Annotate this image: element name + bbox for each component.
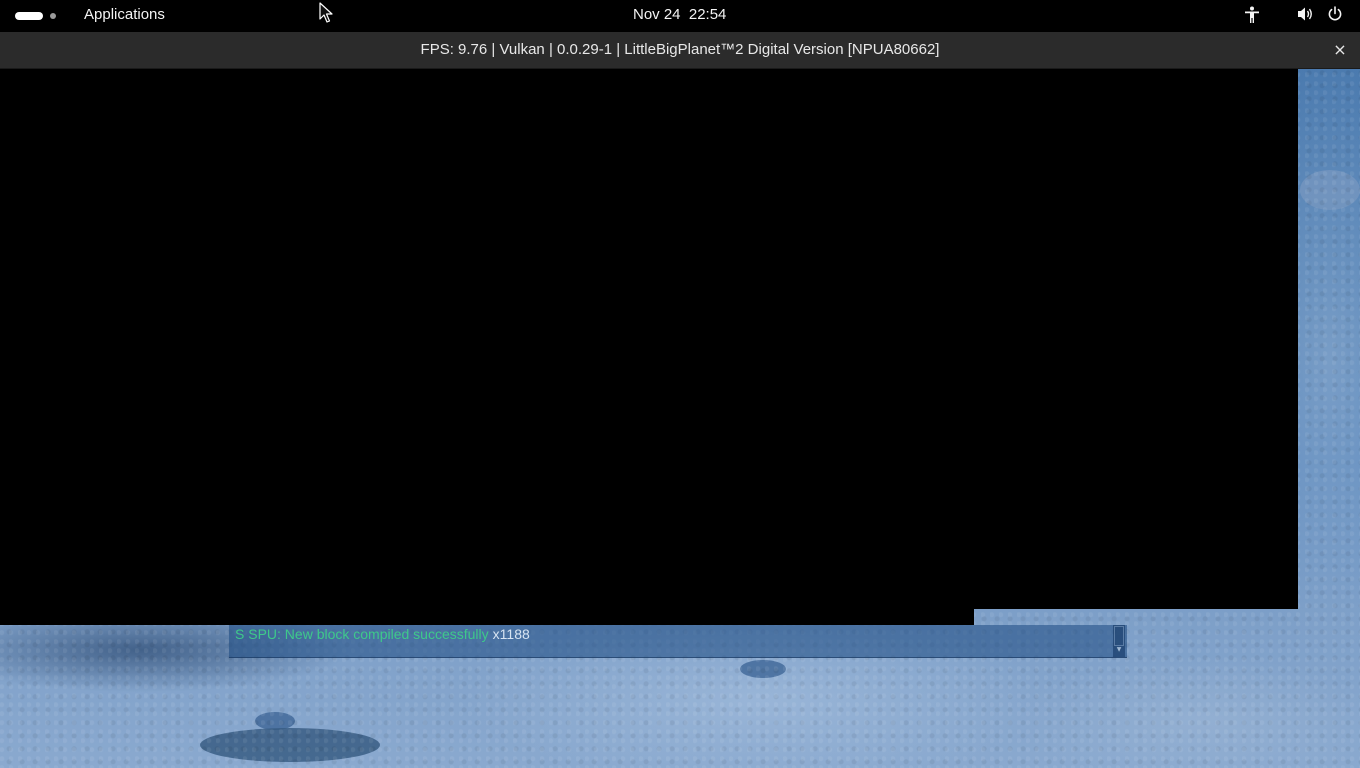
game-window[interactable]: FPS: 9.76 | Vulkan | 0.0.29-1 | LittleBi… [0,32,1360,609]
log-scrollbar[interactable]: ▼ [1113,625,1125,657]
wallpaper-rock [200,728,380,762]
window-title: FPS: 9.76 | Vulkan | 0.0.29-1 | LittleBi… [420,41,940,58]
activities-button[interactable] [14,10,62,22]
game-window-edge [0,609,974,625]
log-panel[interactable]: S SPU: New block compiled successfully x1… [229,625,1127,658]
window-titlebar[interactable]: FPS: 9.76 | Vulkan | 0.0.29-1 | LittleBi… [0,32,1360,69]
log-message: S SPU: New block compiled successfully [235,626,489,642]
accessibility-icon[interactable] [1243,6,1261,26]
wallpaper-rock [255,712,295,730]
game-viewport[interactable] [0,69,1298,609]
workspace-active-indicator-icon [15,12,43,20]
log-entry: S SPU: New block compiled successfully x1… [235,626,530,642]
top-bar: Applications Nov 24 22:54 [0,0,1360,32]
wallpaper-rock [740,660,786,678]
log-repeat-count: x1188 [492,626,530,642]
power-icon[interactable] [1326,6,1344,26]
scroll-down-arrow-icon[interactable]: ▼ [1115,646,1123,654]
applications-menu[interactable]: Applications [84,6,165,23]
close-button[interactable]: × [1330,40,1350,60]
log-scroll-thumb[interactable] [1114,626,1124,646]
workspace-inactive-indicator-icon [50,13,56,19]
volume-icon[interactable] [1297,6,1315,26]
clock[interactable]: Nov 24 22:54 [633,6,726,23]
wallpaper-rock [1300,170,1360,210]
mouse-cursor-icon [319,2,333,24]
